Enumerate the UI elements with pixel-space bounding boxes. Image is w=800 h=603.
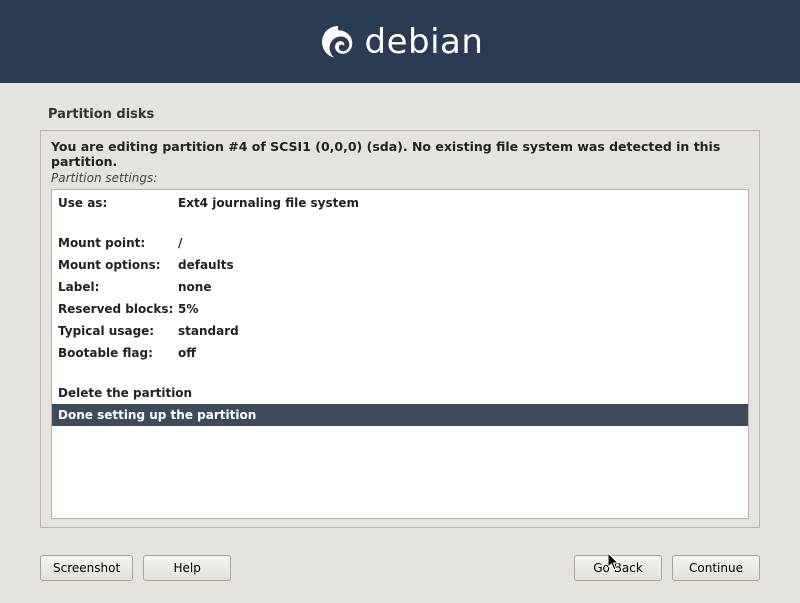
setting-key: Label: — [58, 278, 178, 296]
list-item[interactable]: Label:none — [52, 276, 748, 298]
setting-key: Typical usage: — [58, 322, 178, 340]
list-item[interactable]: Mount point:/ — [52, 232, 748, 254]
list-spacer — [52, 364, 748, 382]
list-item[interactable]: Use as:Ext4 journaling file system — [52, 192, 748, 214]
banner: debian — [0, 0, 800, 83]
subhead-text: Partition settings: — [51, 171, 749, 185]
list-item[interactable]: Bootable flag:off — [52, 342, 748, 364]
panel: You are editing partition #4 of SCSI1 (0… — [40, 130, 760, 528]
setting-value: off — [178, 344, 196, 362]
list-item[interactable]: Mount options:defaults — [52, 254, 748, 276]
screenshot-button[interactable]: Screenshot — [40, 555, 133, 581]
list-action[interactable]: Delete the partition — [52, 382, 748, 404]
instruction-text: You are editing partition #4 of SCSI1 (0… — [51, 139, 749, 169]
setting-value: standard — [178, 322, 239, 340]
setting-value: Ext4 journaling file system — [178, 194, 359, 212]
setting-value: defaults — [178, 256, 234, 274]
setting-key: Reserved blocks: — [58, 300, 178, 318]
swirl-icon — [317, 21, 359, 63]
list-action[interactable]: Done setting up the partition — [52, 404, 748, 426]
debian-logo: debian — [317, 21, 484, 63]
brand-text: debian — [365, 22, 484, 62]
continue-button[interactable]: Continue — [672, 555, 760, 581]
footer: Screenshot Help Go Back Continue — [40, 555, 760, 581]
list-item[interactable]: Typical usage:standard — [52, 320, 748, 342]
help-button[interactable]: Help — [143, 555, 231, 581]
setting-key: Use as: — [58, 194, 178, 212]
setting-value: 5% — [178, 300, 198, 318]
content-area: Partition disks You are editing partitio… — [0, 83, 800, 528]
list-spacer — [52, 214, 748, 232]
setting-key: Mount point: — [58, 234, 178, 252]
page-title: Partition disks — [48, 107, 760, 122]
setting-value: none — [178, 278, 211, 296]
setting-value: / — [178, 234, 182, 252]
setting-key: Bootable flag: — [58, 344, 178, 362]
go-back-button[interactable]: Go Back — [574, 555, 662, 581]
partition-settings-list[interactable]: Use as:Ext4 journaling file system Mount … — [51, 189, 749, 519]
list-item[interactable]: Reserved blocks:5% — [52, 298, 748, 320]
setting-key: Mount options: — [58, 256, 178, 274]
